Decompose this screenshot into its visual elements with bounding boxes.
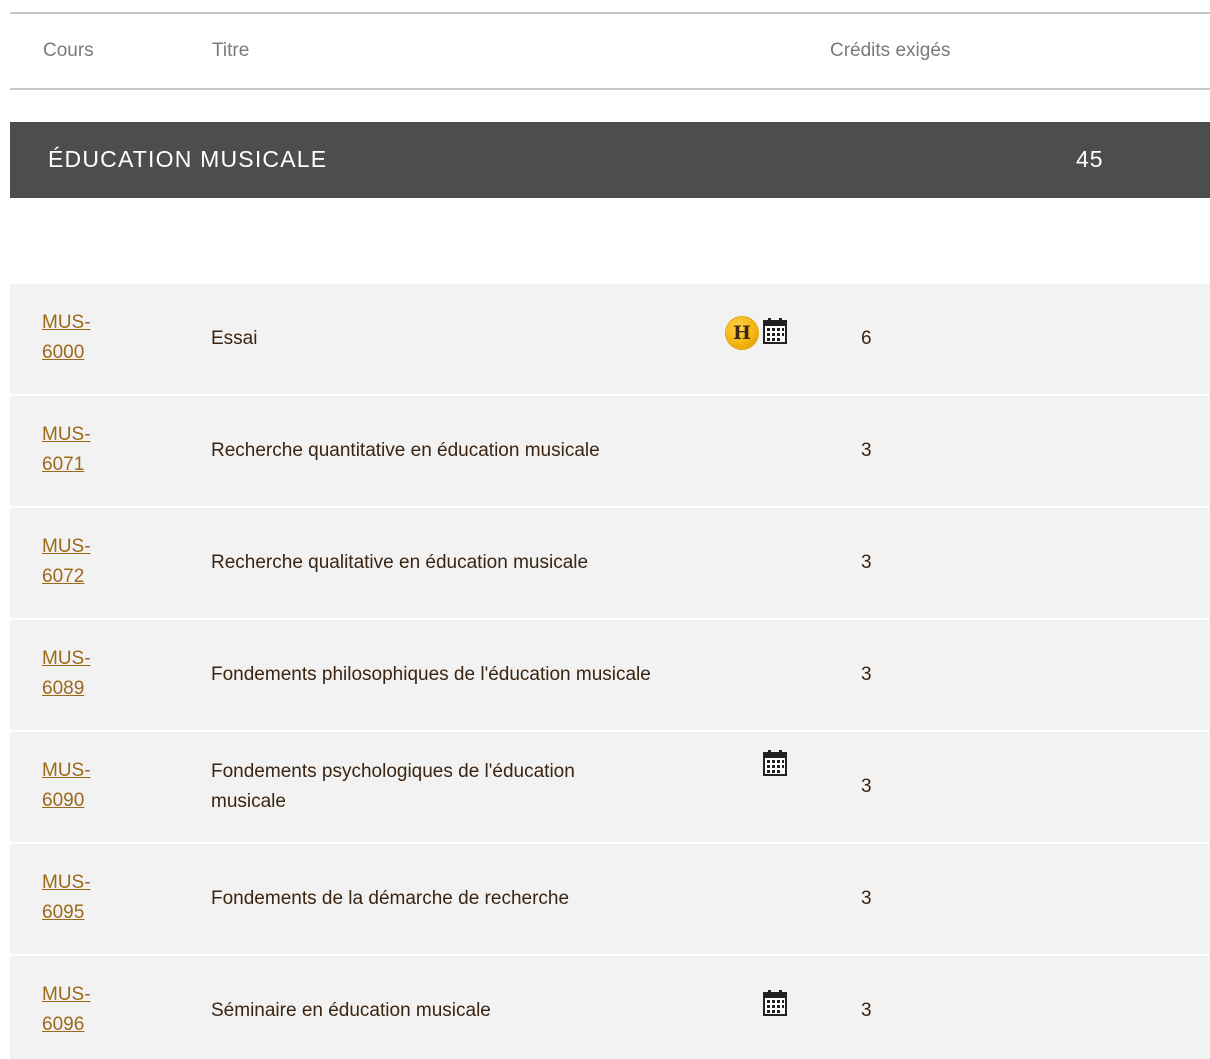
course-code-link[interactable]: MUS- 6090: [42, 756, 132, 816]
course-icons: H: [726, 317, 816, 349]
course-code-number: 6071: [42, 454, 85, 475]
course-code-prefix: MUS-: [42, 648, 91, 669]
course-code-prefix: MUS-: [42, 760, 91, 781]
header-cours: Cours: [43, 40, 94, 61]
course-code-link[interactable]: MUS- 6000: [42, 308, 132, 368]
course-title: Fondements psychologiques de l'éducation…: [211, 761, 575, 812]
course-row: MUS- 6071 Recherche quantitative en éduc…: [10, 396, 1210, 508]
course-credits: 3: [861, 552, 872, 573]
course-code-number: 6096: [42, 1014, 85, 1035]
course-code-prefix: MUS-: [42, 424, 91, 445]
course-code-number: 6072: [42, 566, 85, 587]
course-icons: [726, 749, 816, 781]
course-row: MUS- 6095 Fondements de la démarche de r…: [10, 844, 1210, 956]
calendar-icon[interactable]: [762, 989, 788, 1017]
course-code-number: 6000: [42, 342, 85, 363]
section-header: ÉDUCATION MUSICALE 45: [10, 122, 1210, 198]
section-credits: 45: [1076, 146, 1104, 172]
course-code-prefix: MUS-: [42, 312, 91, 333]
table-header: Cours Titre Crédits exigés: [10, 12, 1210, 90]
course-row: MUS- 6090 Fondements psychologiques de l…: [10, 732, 1210, 844]
course-credits: 3: [861, 888, 872, 909]
course-code-link[interactable]: MUS- 6096: [42, 980, 132, 1040]
course-code-number: 6090: [42, 790, 85, 811]
calendar-icon[interactable]: [762, 749, 788, 777]
course-title: Fondements de la démarche de recherche: [211, 888, 570, 909]
program-table: Cours Titre Crédits exigés ÉDUCATION MUS…: [0, 0, 1210, 1059]
course-code-link[interactable]: MUS- 6089: [42, 644, 132, 704]
course-code-prefix: MUS-: [42, 984, 91, 1005]
header-credits: Crédits exigés: [830, 40, 951, 61]
calendar-icon[interactable]: [762, 317, 788, 345]
course-code-prefix: MUS-: [42, 872, 91, 893]
course-row: MUS- 6096 Séminaire en éducation musical…: [10, 956, 1210, 1059]
course-credits: 3: [861, 664, 872, 685]
header-titre: Titre: [212, 40, 250, 61]
course-title: Recherche qualitative en éducation music…: [211, 552, 589, 573]
course-title: Fondements philosophiques de l'éducation…: [211, 664, 651, 685]
course-code-number: 6095: [42, 902, 85, 923]
course-credits: 6: [861, 328, 872, 349]
course-code-link[interactable]: MUS- 6071: [42, 420, 132, 480]
course-row: MUS- 6072 Recherche qualitative en éduca…: [10, 508, 1210, 620]
course-title: Essai: [211, 328, 258, 349]
section-title: ÉDUCATION MUSICALE: [48, 146, 328, 172]
course-row: MUS- 6089 Fondements philosophiques de l…: [10, 620, 1210, 732]
course-code-number: 6089: [42, 678, 85, 699]
course-credits: 3: [861, 440, 872, 461]
course-title: Recherche quantitative en éducation musi…: [211, 440, 600, 461]
course-code-link[interactable]: MUS- 6072: [42, 532, 132, 592]
course-code-prefix: MUS-: [42, 536, 91, 557]
course-credits: 3: [861, 776, 872, 797]
course-icons: [726, 989, 816, 1021]
course-list: MUS- 6000 Essai H 6 MUS- 6071 Recherche …: [10, 284, 1210, 1059]
hybrid-h-icon[interactable]: H: [726, 317, 758, 349]
course-code-link[interactable]: MUS- 6095: [42, 868, 132, 928]
course-credits: 3: [861, 1000, 872, 1021]
course-row: MUS- 6000 Essai H 6: [10, 284, 1210, 396]
course-title: Séminaire en éducation musicale: [211, 1000, 491, 1021]
